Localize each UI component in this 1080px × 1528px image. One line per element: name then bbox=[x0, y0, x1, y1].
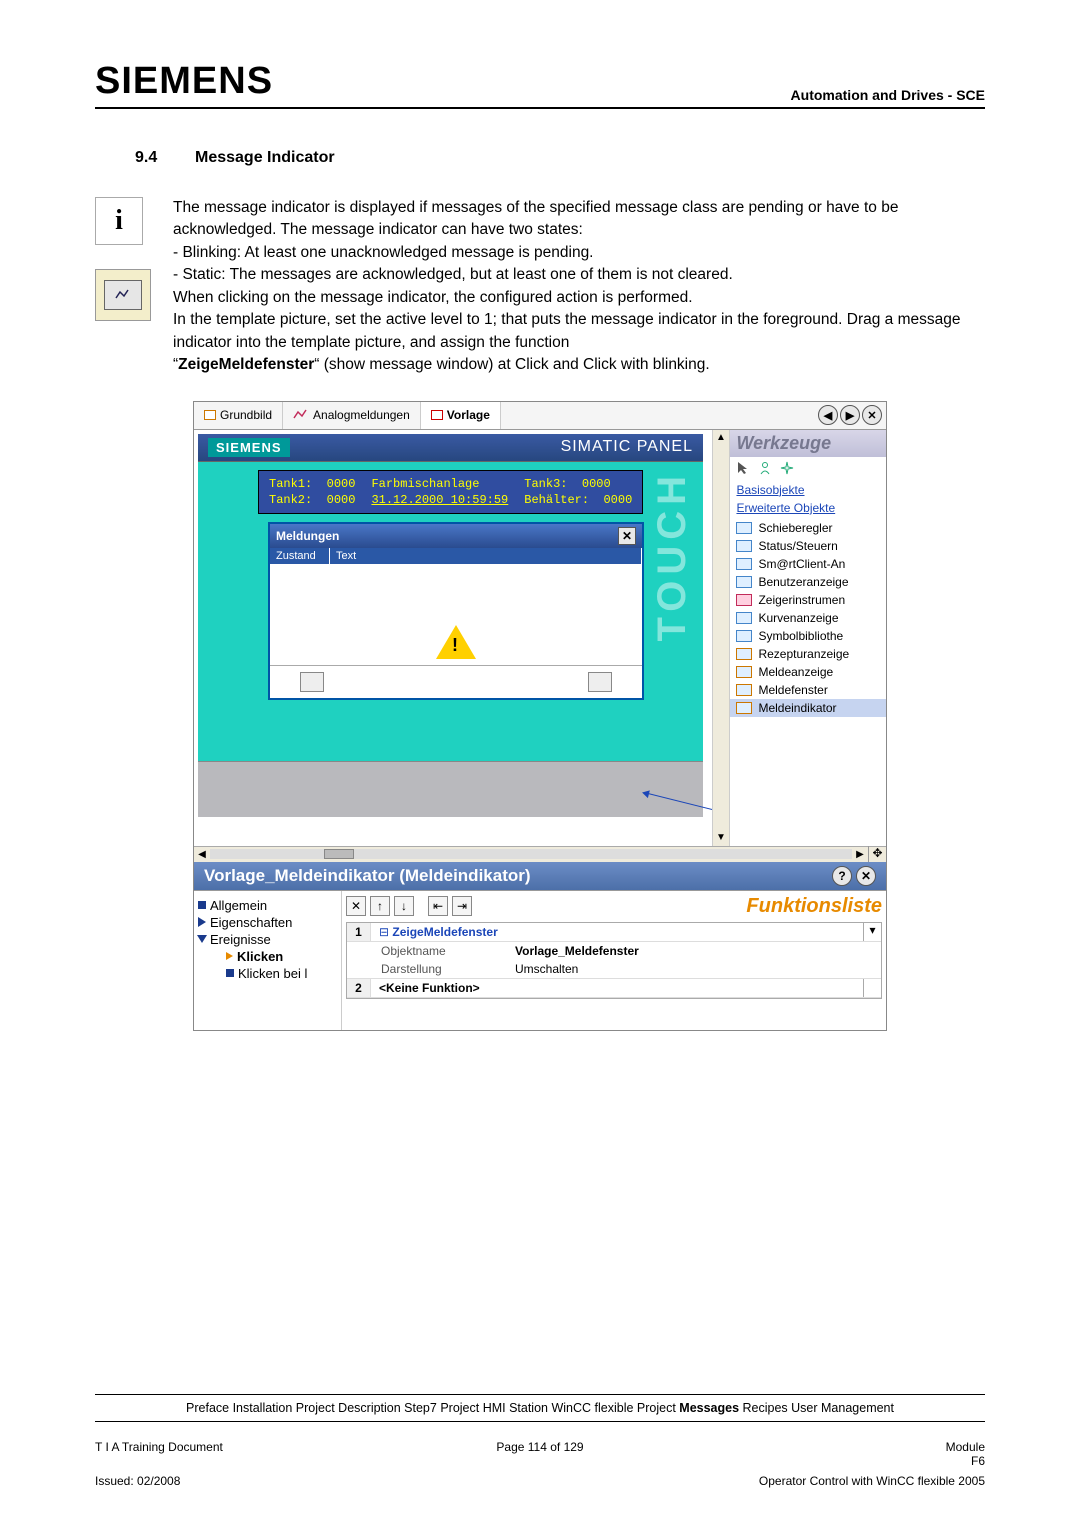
delete-icon[interactable]: ✕ bbox=[346, 896, 366, 916]
nav-close-icon[interactable]: ✕ bbox=[862, 405, 882, 425]
runtime-data-box: Tank1: 0000Tank2: 0000 Farbmischanlage31… bbox=[258, 470, 643, 514]
function-table[interactable]: 1⊟ ZeigeMeldefenster▾ ObjektnameVorlage_… bbox=[346, 922, 882, 999]
tool-item-meldeindikator[interactable]: Meldeindikator bbox=[730, 699, 886, 717]
horizontal-scrollbar[interactable]: ◀▶✥ bbox=[194, 846, 886, 862]
touch-watermark: TOUCH bbox=[650, 470, 695, 641]
toolbox-title: Werkzeuge bbox=[730, 430, 886, 457]
tool-item[interactable]: Meldeanzeige bbox=[730, 663, 886, 681]
tab-vorlage[interactable]: Vorlage bbox=[421, 402, 501, 429]
section-name: Message Indicator bbox=[195, 149, 335, 166]
properties-header: Vorlage_Meldeindikator (Meldeindikator) … bbox=[194, 862, 886, 890]
move-down-icon[interactable]: ↓ bbox=[394, 896, 414, 916]
para-4: “ZeigeMeldefenster“ (show message window… bbox=[173, 354, 985, 376]
tool-item[interactable]: Symbolbibliothe bbox=[730, 627, 886, 645]
body-text: The message indicator is displayed if me… bbox=[173, 197, 985, 377]
section-number: 9.4 bbox=[135, 149, 195, 167]
tool-item[interactable]: Benutzeranzeige bbox=[730, 573, 886, 591]
info-icon: i bbox=[95, 197, 143, 245]
toolbox-panel: Werkzeuge Basisobjekte Erweiterte Objekt… bbox=[730, 430, 886, 846]
design-canvas[interactable]: SIEMENS SIMATIC PANEL TOUCH Tank1: 0000T… bbox=[194, 430, 713, 846]
footer-module: ModuleF6 bbox=[691, 1440, 985, 1468]
close-icon[interactable]: ✕ bbox=[856, 866, 876, 886]
pointer-icon[interactable] bbox=[736, 461, 752, 477]
section-title: 9.4Message Indicator bbox=[135, 149, 985, 167]
monitor-icon bbox=[95, 269, 151, 321]
vertical-scrollbar[interactable]: ▲▼ bbox=[713, 430, 731, 846]
tool-item[interactable]: Status/Steuern bbox=[730, 537, 886, 555]
properties-tree[interactable]: Allgemein Eigenschaften Ereignisse Klick… bbox=[194, 891, 342, 1030]
link-basisobjekte[interactable]: Basisobjekte bbox=[730, 481, 886, 499]
outdent-icon[interactable]: ⇤ bbox=[428, 896, 448, 916]
zoom-fit-icon[interactable]: ✥ bbox=[868, 846, 886, 862]
nav-next-icon[interactable]: ▶ bbox=[840, 405, 860, 425]
help-icon[interactable]: ? bbox=[832, 866, 852, 886]
footer-left: T I A Training Document bbox=[95, 1440, 389, 1468]
tab-analogmeldungen[interactable]: Analogmeldungen bbox=[283, 402, 421, 429]
warning-triangle-icon[interactable] bbox=[436, 625, 476, 659]
footer-page: Page 114 of 129 bbox=[393, 1440, 687, 1468]
bullet-1: - Blinking: At least one unacknowledged … bbox=[173, 242, 985, 264]
tool-item[interactable]: Kurvenanzeige bbox=[730, 609, 886, 627]
close-icon[interactable]: ✕ bbox=[618, 527, 636, 545]
functionlist-title: Funktionsliste bbox=[746, 895, 882, 918]
person-icon[interactable] bbox=[758, 461, 774, 477]
indent-icon[interactable]: ⇥ bbox=[452, 896, 472, 916]
nav-prev-icon[interactable]: ◀ bbox=[818, 405, 838, 425]
para-1: The message indicator is displayed if me… bbox=[173, 197, 985, 242]
header-subtitle: Automation and Drives - SCE bbox=[791, 87, 985, 103]
footer-icon-right[interactable] bbox=[588, 672, 612, 692]
footer-product: Operator Control with WinCC flexible 200… bbox=[691, 1474, 985, 1488]
link-erweiterte[interactable]: Erweiterte Objekte bbox=[730, 499, 886, 517]
para-2: When clicking on the message indicator, … bbox=[173, 287, 985, 309]
sparkle-icon[interactable] bbox=[780, 461, 796, 477]
arrow-icon bbox=[226, 952, 233, 960]
footer-icon-left[interactable] bbox=[300, 672, 324, 692]
siemens-logo: SIEMENS bbox=[95, 60, 273, 103]
screenshot: Grundbild Analogmeldungen Vorlage ◀ ▶ ✕ … bbox=[193, 401, 887, 1031]
tool-item[interactable]: Schieberegler bbox=[730, 519, 886, 537]
breadcrumb: Preface Installation Project Description… bbox=[95, 1394, 985, 1422]
tab-grundbild[interactable]: Grundbild bbox=[194, 402, 283, 429]
bullet-2: - Static: The messages are acknowledged,… bbox=[173, 264, 985, 286]
chevron-down-icon[interactable] bbox=[197, 935, 207, 943]
move-up-icon[interactable]: ↑ bbox=[370, 896, 390, 916]
dropdown-icon[interactable]: ▾ bbox=[863, 923, 881, 941]
product-label: SIMATIC PANEL bbox=[561, 438, 693, 456]
footer-issued: Issued: 02/2008 bbox=[95, 1474, 389, 1488]
message-window[interactable]: Meldungen✕ ZustandText bbox=[268, 522, 644, 700]
brand-chip: SIEMENS bbox=[208, 438, 290, 457]
tool-item[interactable]: Meldefenster bbox=[730, 681, 886, 699]
chevron-right-icon[interactable] bbox=[198, 917, 206, 927]
tool-item[interactable]: Rezepturanzeige bbox=[730, 645, 886, 663]
tool-item[interactable]: Zeigerinstrumen bbox=[730, 591, 886, 609]
para-3: In the template picture, set the active … bbox=[173, 309, 985, 354]
tool-item[interactable]: Sm@rtClient-An bbox=[730, 555, 886, 573]
